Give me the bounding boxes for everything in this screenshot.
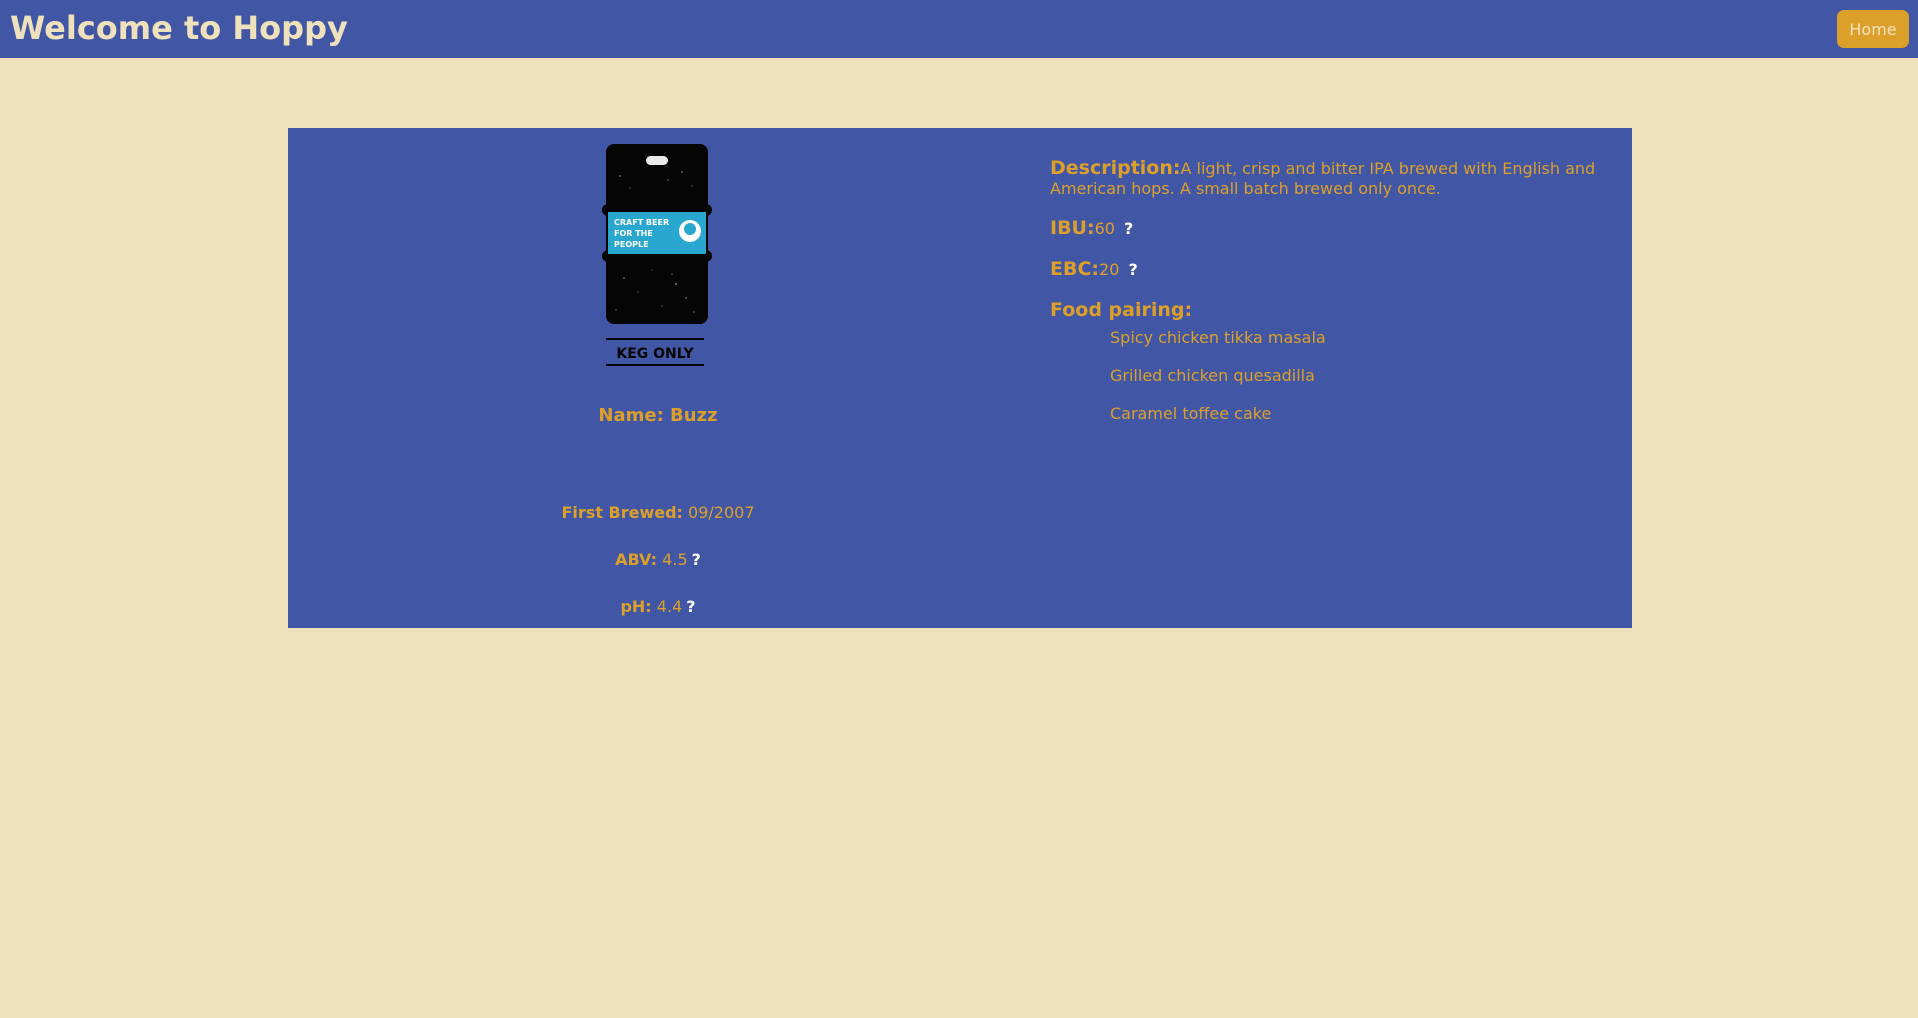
first-brewed: First Brewed: 09/2007 <box>288 502 1028 524</box>
food-pairing-label: Food pairing: <box>1050 299 1193 321</box>
abv: ABV: 4.5? <box>288 549 1028 571</box>
food-pairing-item: Spicy chicken tikka masala <box>1110 328 1326 347</box>
beer-detail-card: CRAFT BEER FOR THE PEOPLE KEG ONLY Name:… <box>288 128 1632 628</box>
keg-image: CRAFT BEER FOR THE PEOPLE KEG ONLY <box>602 144 712 366</box>
abv-help-icon[interactable]: ? <box>692 550 701 569</box>
first-brewed-value: 09/2007 <box>688 503 755 522</box>
description-label: Description: <box>1050 157 1181 179</box>
description: Description:A light, crisp and bitter IP… <box>1050 158 1610 199</box>
abv-label: ABV: <box>615 550 658 569</box>
ph-value: 4.4 <box>656 597 683 616</box>
ph: pH: 4.4? <box>288 596 1028 618</box>
beer-name: Name: Buzz <box>598 405 718 426</box>
keg-handle <box>646 156 668 165</box>
ph-label: pH: <box>620 597 652 616</box>
food-pairing-item: Grilled chicken quesadilla <box>1110 366 1315 385</box>
ibu: IBU:60 ? <box>1050 216 1133 241</box>
first-brewed-label: First Brewed: <box>561 503 683 522</box>
ibu-label: IBU: <box>1050 217 1095 239</box>
ebc: EBC:20 ? <box>1050 257 1138 282</box>
food-pairing-list: Spicy chicken tikka masala Grilled chick… <box>1110 328 1326 442</box>
ebc-value: 20 <box>1099 260 1120 279</box>
keg-only-rule-bottom <box>606 364 704 366</box>
keg-label-text-line-1: CRAFT BEER <box>614 218 669 227</box>
app-title: Welcome to Hoppy <box>10 9 348 47</box>
beer-details-column: Description:A light, crisp and bitter IP… <box>1050 128 1610 628</box>
ebc-help-icon[interactable]: ? <box>1128 260 1137 279</box>
keg-label-text-line-2: FOR THE <box>614 229 653 238</box>
keg-only-rule-top <box>606 338 704 340</box>
keg-label-text-line-3: PEOPLE <box>614 240 649 249</box>
food-pairing-item: Caramel toffee cake <box>1110 404 1272 423</box>
top-navbar: Welcome to Hoppy Home <box>0 0 1918 58</box>
ebc-label: EBC: <box>1050 258 1100 280</box>
abv-value: 4.5 <box>662 550 688 569</box>
ibu-help-icon[interactable]: ? <box>1124 219 1133 238</box>
ibu-value: 60 <box>1094 219 1115 238</box>
home-button[interactable]: Home <box>1837 10 1909 48</box>
ph-help-icon[interactable]: ? <box>686 597 695 616</box>
beer-summary-column: CRAFT BEER FOR THE PEOPLE KEG ONLY Name:… <box>288 128 1028 628</box>
keg-only-caption: KEG ONLY <box>616 346 694 362</box>
